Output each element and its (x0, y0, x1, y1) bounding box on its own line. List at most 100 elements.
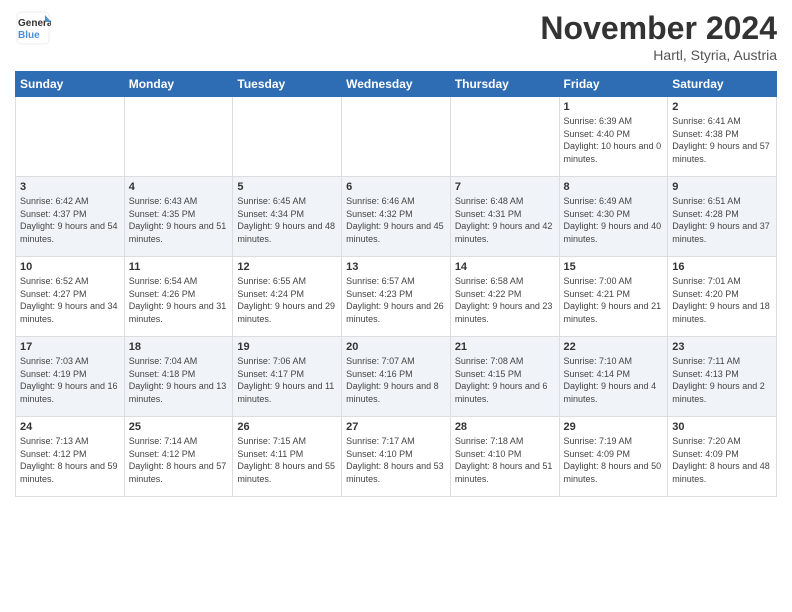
day-number: 19 (237, 341, 337, 353)
calendar-cell: 20 Sunrise: 7:07 AM Sunset: 4:16 PM Dayli… (342, 337, 451, 417)
day-number: 8 (564, 181, 664, 193)
day-info: Sunrise: 6:41 AM Sunset: 4:38 PM Dayligh… (672, 115, 772, 165)
day-number: 23 (672, 341, 772, 353)
day-number: 18 (129, 341, 229, 353)
calendar-cell: 4Sunrise: 6:43 AM Sunset: 4:35 PM Daylig… (124, 177, 233, 257)
day-info: Sunrise: 6:55 AM Sunset: 4:24 PM Dayligh… (237, 275, 337, 325)
day-number: 27 (346, 421, 446, 433)
day-number: 14 (455, 261, 555, 273)
day-info: Sunrise: 7:07 AM Sunset: 4:16 PM Dayligh… (346, 355, 446, 405)
day-info: Sunrise: 6:58 AM Sunset: 4:22 PM Dayligh… (455, 275, 555, 325)
svg-text:Blue: Blue (18, 30, 40, 41)
day-info: Sunrise: 6:57 AM Sunset: 4:23 PM Dayligh… (346, 275, 446, 325)
calendar-cell: 10Sunrise: 6:52 AM Sunset: 4:27 PM Dayli… (16, 257, 125, 337)
day-info: Sunrise: 7:15 AM Sunset: 4:11 PM Dayligh… (237, 435, 337, 485)
calendar-cell: 9 Sunrise: 6:51 AM Sunset: 4:28 PM Daylig… (668, 177, 777, 257)
calendar-cell: 15Sunrise: 7:00 AM Sunset: 4:21 PM Dayli… (559, 257, 668, 337)
day-info: Sunrise: 7:17 AM Sunset: 4:10 PM Dayligh… (346, 435, 446, 485)
day-info: Sunrise: 7:13 AM Sunset: 4:12 PM Dayligh… (20, 435, 120, 485)
col-monday: Monday (124, 72, 233, 97)
day-number: 9 (672, 181, 772, 193)
day-number: 20 (346, 341, 446, 353)
day-number: 21 (455, 341, 555, 353)
col-saturday: Saturday (668, 72, 777, 97)
day-number: 16 (672, 261, 772, 273)
calendar-cell: 13 Sunrise: 6:57 AM Sunset: 4:23 PM Dayli… (342, 257, 451, 337)
calendar-cell: 18 Sunrise: 7:04 AM Sunset: 4:18 PM Dayli… (124, 337, 233, 417)
calendar-cell: 22 Sunrise: 7:10 AM Sunset: 4:14 PM Dayli… (559, 337, 668, 417)
day-info: Sunrise: 7:06 AM Sunset: 4:17 PM Dayligh… (237, 355, 337, 405)
day-info: Sunrise: 7:11 AM Sunset: 4:13 PM Dayligh… (672, 355, 772, 405)
calendar-cell: 23 Sunrise: 7:11 AM Sunset: 4:13 PM Dayli… (668, 337, 777, 417)
subtitle: Hartl, Styria, Austria (540, 47, 777, 63)
calendar-cell: 2 Sunrise: 6:41 AM Sunset: 4:38 PM Daylig… (668, 97, 777, 177)
calendar-cell: 7 Sunrise: 6:48 AM Sunset: 4:31 PM Daylig… (450, 177, 559, 257)
calendar-cell: 1Sunrise: 6:39 AM Sunset: 4:40 PM Daylig… (559, 97, 668, 177)
day-number: 30 (672, 421, 772, 433)
day-number: 6 (346, 181, 446, 193)
day-info: Sunrise: 6:45 AM Sunset: 4:34 PM Dayligh… (237, 195, 337, 245)
calendar-cell (450, 97, 559, 177)
day-number: 22 (564, 341, 664, 353)
day-info: Sunrise: 6:49 AM Sunset: 4:30 PM Dayligh… (564, 195, 664, 245)
calendar-cell: 30 Sunrise: 7:20 AM Sunset: 4:09 PM Dayli… (668, 417, 777, 497)
calendar-cell: 5Sunrise: 6:45 AM Sunset: 4:34 PM Daylig… (233, 177, 342, 257)
day-number: 17 (20, 341, 120, 353)
calendar-row: 17Sunrise: 7:03 AM Sunset: 4:19 PM Dayli… (16, 337, 777, 417)
day-number: 15 (564, 261, 664, 273)
calendar-cell: 27 Sunrise: 7:17 AM Sunset: 4:10 PM Dayli… (342, 417, 451, 497)
day-info: Sunrise: 7:01 AM Sunset: 4:20 PM Dayligh… (672, 275, 772, 325)
calendar-cell: 25 Sunrise: 7:14 AM Sunset: 4:12 PM Dayli… (124, 417, 233, 497)
day-number: 13 (346, 261, 446, 273)
calendar-cell: 12 Sunrise: 6:55 AM Sunset: 4:24 PM Dayli… (233, 257, 342, 337)
calendar-cell: 8 Sunrise: 6:49 AM Sunset: 4:30 PM Daylig… (559, 177, 668, 257)
day-info: Sunrise: 7:08 AM Sunset: 4:15 PM Dayligh… (455, 355, 555, 405)
day-number: 29 (564, 421, 664, 433)
calendar-table: Sunday Monday Tuesday Wednesday Thursday… (15, 71, 777, 497)
calendar-row: 10Sunrise: 6:52 AM Sunset: 4:27 PM Dayli… (16, 257, 777, 337)
col-wednesday: Wednesday (342, 72, 451, 97)
day-number: 24 (20, 421, 120, 433)
day-number: 10 (20, 261, 120, 273)
day-info: Sunrise: 7:18 AM Sunset: 4:10 PM Dayligh… (455, 435, 555, 485)
day-number: 26 (237, 421, 337, 433)
title-block: November 2024 Hartl, Styria, Austria (540, 10, 777, 63)
day-number: 2 (672, 101, 772, 113)
calendar-cell: 17Sunrise: 7:03 AM Sunset: 4:19 PM Dayli… (16, 337, 125, 417)
calendar-row: 3Sunrise: 6:42 AM Sunset: 4:37 PM Daylig… (16, 177, 777, 257)
col-friday: Friday (559, 72, 668, 97)
calendar-cell: 19 Sunrise: 7:06 AM Sunset: 4:17 PM Dayli… (233, 337, 342, 417)
page: General Blue November 2024 Hartl, Styria… (0, 0, 792, 612)
day-info: Sunrise: 6:51 AM Sunset: 4:28 PM Dayligh… (672, 195, 772, 245)
calendar-cell: 14 Sunrise: 6:58 AM Sunset: 4:22 PM Dayli… (450, 257, 559, 337)
day-info: Sunrise: 7:10 AM Sunset: 4:14 PM Dayligh… (564, 355, 664, 405)
calendar-row: 1Sunrise: 6:39 AM Sunset: 4:40 PM Daylig… (16, 97, 777, 177)
main-title: November 2024 (540, 10, 777, 47)
logo: General Blue (15, 10, 51, 46)
calendar-cell (233, 97, 342, 177)
calendar-cell: 28Sunrise: 7:18 AM Sunset: 4:10 PM Dayli… (450, 417, 559, 497)
header-row: Sunday Monday Tuesday Wednesday Thursday… (16, 72, 777, 97)
header: General Blue November 2024 Hartl, Styria… (15, 10, 777, 63)
day-info: Sunrise: 6:48 AM Sunset: 4:31 PM Dayligh… (455, 195, 555, 245)
day-info: Sunrise: 7:04 AM Sunset: 4:18 PM Dayligh… (129, 355, 229, 405)
day-info: Sunrise: 6:43 AM Sunset: 4:35 PM Dayligh… (129, 195, 229, 245)
day-info: Sunrise: 6:39 AM Sunset: 4:40 PM Dayligh… (564, 115, 664, 165)
calendar-cell: 26 Sunrise: 7:15 AM Sunset: 4:11 PM Dayli… (233, 417, 342, 497)
day-info: Sunrise: 7:14 AM Sunset: 4:12 PM Dayligh… (129, 435, 229, 485)
day-number: 25 (129, 421, 229, 433)
calendar-cell: 21 Sunrise: 7:08 AM Sunset: 4:15 PM Dayli… (450, 337, 559, 417)
calendar-cell: 24 Sunrise: 7:13 AM Sunset: 4:12 PM Dayli… (16, 417, 125, 497)
day-number: 12 (237, 261, 337, 273)
day-number: 11 (129, 261, 229, 273)
calendar-cell (342, 97, 451, 177)
day-info: Sunrise: 7:20 AM Sunset: 4:09 PM Dayligh… (672, 435, 772, 485)
calendar-cell: 29 Sunrise: 7:19 AM Sunset: 4:09 PM Dayli… (559, 417, 668, 497)
col-sunday: Sunday (16, 72, 125, 97)
day-info: Sunrise: 7:19 AM Sunset: 4:09 PM Dayligh… (564, 435, 664, 485)
calendar-cell: 16 Sunrise: 7:01 AM Sunset: 4:20 PM Dayli… (668, 257, 777, 337)
day-number: 7 (455, 181, 555, 193)
col-tuesday: Tuesday (233, 72, 342, 97)
calendar-row: 24 Sunrise: 7:13 AM Sunset: 4:12 PM Dayli… (16, 417, 777, 497)
calendar-cell: 6Sunrise: 6:46 AM Sunset: 4:32 PM Daylig… (342, 177, 451, 257)
